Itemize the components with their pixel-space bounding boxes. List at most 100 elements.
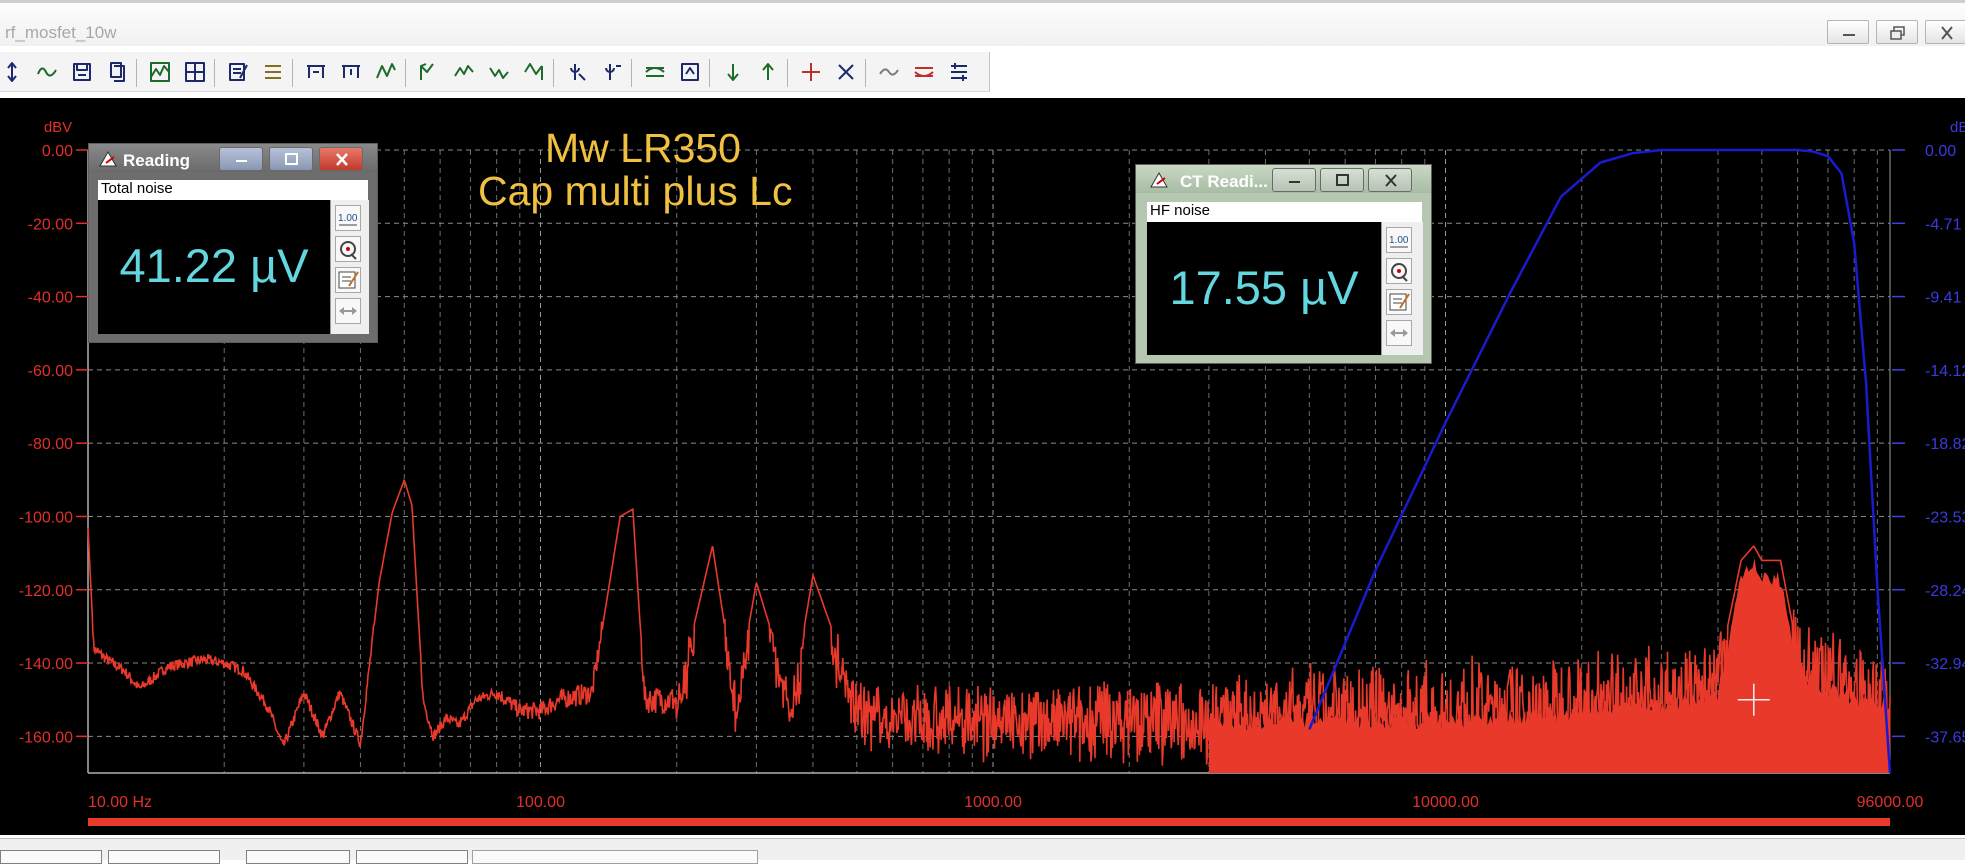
fit-icon[interactable] <box>678 60 702 84</box>
right-axis-tick-label: -28.24 <box>1925 583 1965 600</box>
right-axis-tick-label: -32.94 <box>1925 656 1965 673</box>
ct-reading-side-toolbar: 1.00 <box>1381 222 1423 355</box>
ct-reading-title-bar[interactable]: CT Readi... <box>1136 165 1431 193</box>
filter-icon[interactable] <box>912 60 936 84</box>
left-axis-tick-label: -160.00 <box>19 729 73 746</box>
ct-digits-icon[interactable]: 1.00 <box>1386 227 1412 253</box>
ct-reading-minimize-button[interactable] <box>1272 168 1316 192</box>
reading-side-toolbar: 1.00 <box>330 200 369 334</box>
x-axis-tick-label: 10000.00 <box>1412 794 1479 811</box>
waveform-icon[interactable] <box>35 60 59 84</box>
reading-label: Total noise <box>98 180 368 200</box>
left-axis-tick-label: 0.00 <box>42 143 73 160</box>
ct-reading-display: 17.55 µV <box>1147 222 1381 355</box>
autoscale-icon[interactable] <box>643 60 667 84</box>
toolbar-separator <box>214 59 215 87</box>
x-axis-tick-label: 96000.00 <box>1857 794 1924 811</box>
left-axis-tick-label: -40.00 <box>28 290 73 307</box>
x-axis-tick-label: 1000.00 <box>964 794 1022 811</box>
toolbar-separator <box>865 59 866 87</box>
toolbar-separator <box>405 59 406 87</box>
ct-properties-icon[interactable] <box>1386 289 1412 315</box>
channels-icon[interactable] <box>947 60 971 84</box>
right-axis-tick-label: -23.53 <box>1925 509 1965 526</box>
cursor-icon[interactable] <box>0 60 24 84</box>
title-bar: rf_mosfet_10w <box>0 0 1965 46</box>
toolbar-separator <box>136 59 137 87</box>
remove-reading-icon[interactable] <box>834 60 858 84</box>
zoom-y-out-icon[interactable] <box>600 60 624 84</box>
properties-icon[interactable] <box>226 60 250 84</box>
restore-button[interactable] <box>1876 20 1918 44</box>
reading-title-bar[interactable]: Reading <box>89 144 377 172</box>
chart-title-line2: Cap multi plus Lc <box>478 168 793 214</box>
right-axis-tick-label: 0.00 <box>1925 143 1956 160</box>
left-axis-tick-label: -20.00 <box>28 216 73 233</box>
marker-left-icon[interactable] <box>417 60 441 84</box>
ct-probe-icon[interactable] <box>1386 258 1412 284</box>
app-title: rf_mosfet_10w <box>5 23 117 42</box>
digits-icon[interactable] <box>261 60 285 84</box>
bottom-status-bar <box>0 838 1965 864</box>
digits-icon[interactable]: 1.00 <box>335 205 361 231</box>
reading-close-button[interactable] <box>319 147 363 171</box>
ct-reading-maximize-button[interactable] <box>1320 168 1364 192</box>
probe-icon[interactable] <box>335 236 361 262</box>
x-axis-tick-label: 10.00 Hz <box>88 794 152 811</box>
ct-reading-app-icon <box>1150 171 1168 188</box>
marker-right-icon[interactable] <box>522 60 546 84</box>
svg-text:1.00: 1.00 <box>1389 235 1409 246</box>
cursor-up-icon[interactable] <box>721 60 745 84</box>
right-axis-tick-label: -37.65 <box>1925 729 1965 746</box>
add-reading-icon[interactable] <box>799 60 823 84</box>
layout-icon[interactable] <box>183 60 207 84</box>
marker-peak-icon[interactable] <box>452 60 476 84</box>
ct-reading-close-button[interactable] <box>1368 168 1412 192</box>
ct-reading-title: CT Readi... <box>1180 172 1268 191</box>
toolbar-separator <box>631 59 632 87</box>
minimize-button[interactable] <box>1827 20 1869 44</box>
properties-icon[interactable] <box>335 267 361 293</box>
svg-text:1.00: 1.00 <box>338 213 358 224</box>
chart-title-line1: Mw LR350 <box>545 125 741 171</box>
left-axis-unit: dBV <box>44 119 72 136</box>
reading-value: 41.22 µV <box>119 239 309 292</box>
save-icon[interactable] <box>70 60 94 84</box>
close-button[interactable] <box>1925 20 1965 44</box>
average-icon[interactable] <box>877 60 901 84</box>
reading-display: 41.22 µV <box>98 200 330 334</box>
reading-window-hf[interactable]: CT Readi... HF noise 17.55 µV 1.00 <box>1135 164 1432 364</box>
ct-resize-icon[interactable] <box>1386 320 1412 346</box>
trace-icon[interactable] <box>374 60 398 84</box>
left-axis-tick-label: -100.00 <box>19 509 73 526</box>
zoom-x-icon[interactable] <box>304 60 328 84</box>
bottom-tab-4[interactable] <box>356 850 468 864</box>
right-axis-tick-label: -9.41 <box>1925 290 1962 307</box>
resize-icon[interactable] <box>335 298 361 324</box>
left-axis-tick-label: -120.00 <box>19 583 73 600</box>
reading-minimize-button[interactable] <box>219 147 263 171</box>
copy-icon[interactable] <box>105 60 129 84</box>
bottom-field[interactable] <box>472 850 758 864</box>
zoom-y-icon[interactable] <box>565 60 589 84</box>
toolbar-separator <box>553 59 554 87</box>
toolbar-separator <box>787 59 788 87</box>
ct-reading-label: HF noise <box>1147 202 1422 222</box>
toolbar <box>0 52 990 92</box>
x-scroll-strip <box>88 818 1890 826</box>
reading-app-icon <box>99 150 117 167</box>
right-axis-tick-label: -14.12 <box>1925 363 1965 380</box>
ct-reading-value: 17.55 µV <box>1169 261 1359 314</box>
zoom-x-out-icon[interactable] <box>339 60 363 84</box>
plot-area: dBV 0.00 -20.00 -40.00 -60.00 -80.00 -100.00 -1… <box>0 98 1965 835</box>
bottom-tab-1[interactable] <box>0 850 102 864</box>
spectrum-icon[interactable] <box>148 60 172 84</box>
cursor-down-icon[interactable] <box>756 60 780 84</box>
marker-next-icon[interactable] <box>487 60 511 84</box>
right-axis-unit: dB <box>1950 119 1965 136</box>
bottom-tab-2[interactable] <box>108 850 220 864</box>
toolbar-separator <box>292 59 293 87</box>
reading-window-total[interactable]: Reading Total noise 41.22 µV 1.00 <box>88 143 378 343</box>
reading-maximize-button[interactable] <box>269 147 313 171</box>
bottom-tab-3[interactable] <box>246 850 350 864</box>
